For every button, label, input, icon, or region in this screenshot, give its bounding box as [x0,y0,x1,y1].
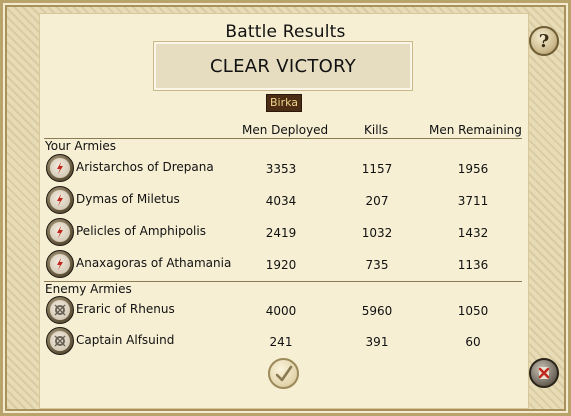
own-army-badge-icon[interactable] [46,154,74,182]
enemy-armies-heading: Enemy Armies [45,282,132,296]
army-name: Aristarchos of Drepana [76,160,214,174]
column-header-men-deployed: Men Deployed [242,123,329,137]
army-name: Pelicles of Amphipolis [76,224,206,238]
ok-button[interactable] [268,358,299,389]
men-deployed-value: 1920 [265,258,297,272]
men-remaining-value: 60 [465,335,481,349]
men-remaining-value: 1136 [457,258,489,272]
battle-location-label: Birka [266,94,303,112]
your-armies-heading: Your Armies [45,139,117,153]
men-remaining-value: 1432 [457,226,489,240]
army-row[interactable]: Pelicles of Amphipolis 2419 1032 1432 [44,218,524,250]
men-deployed-value: 2419 [265,226,297,240]
close-scroll-icon [538,367,550,379]
kills-value: 735 [365,258,389,272]
army-name: Eraric of Rhenus [76,302,175,316]
men-deployed-value: 3353 [265,162,297,176]
close-button[interactable] [529,358,559,388]
kills-value: 1157 [361,162,393,176]
own-army-badge-icon[interactable] [46,218,74,246]
army-row[interactable]: Dymas of Miletus 4034 207 3711 [44,186,524,218]
men-deployed-value: 4000 [265,304,297,318]
window-title: Battle Results [225,22,346,42]
own-army-badge-icon[interactable] [46,250,74,278]
men-remaining-value: 3711 [457,194,489,208]
kills-value: 207 [365,194,389,208]
kills-value: 391 [365,335,389,349]
checkmark-icon [275,365,292,381]
help-button[interactable]: ? [529,26,559,56]
help-icon: ? [538,30,550,52]
enemy-army-badge-icon[interactable] [46,327,74,355]
army-name: Captain Alfsuind [76,333,175,347]
battle-result-banner: CLEAR VICTORY [153,41,413,91]
army-name: Dymas of Miletus [76,192,180,206]
army-row[interactable]: Aristarchos of Drepana 3353 1157 1956 [44,154,524,186]
men-remaining-value: 1956 [457,162,489,176]
men-deployed-value: 241 [269,335,293,349]
column-header-kills: Kills [364,123,389,137]
army-row[interactable]: Anaxagoras of Athamania 1920 735 1136 [44,250,524,282]
kills-value: 1032 [361,226,393,240]
column-header-men-remaining: Men Remaining [429,123,522,137]
own-army-badge-icon[interactable] [46,186,74,214]
army-name: Anaxagoras of Athamania [76,256,232,270]
army-row[interactable]: Eraric of Rhenus 4000 5960 1050 [44,296,524,328]
men-deployed-value: 4034 [265,194,297,208]
enemy-army-badge-icon[interactable] [46,296,74,324]
men-remaining-value: 1050 [457,304,489,318]
kills-value: 5960 [361,304,393,318]
army-row[interactable]: Captain Alfsuind 241 391 60 [44,327,524,359]
battle-result-text: CLEAR VICTORY [209,55,357,77]
